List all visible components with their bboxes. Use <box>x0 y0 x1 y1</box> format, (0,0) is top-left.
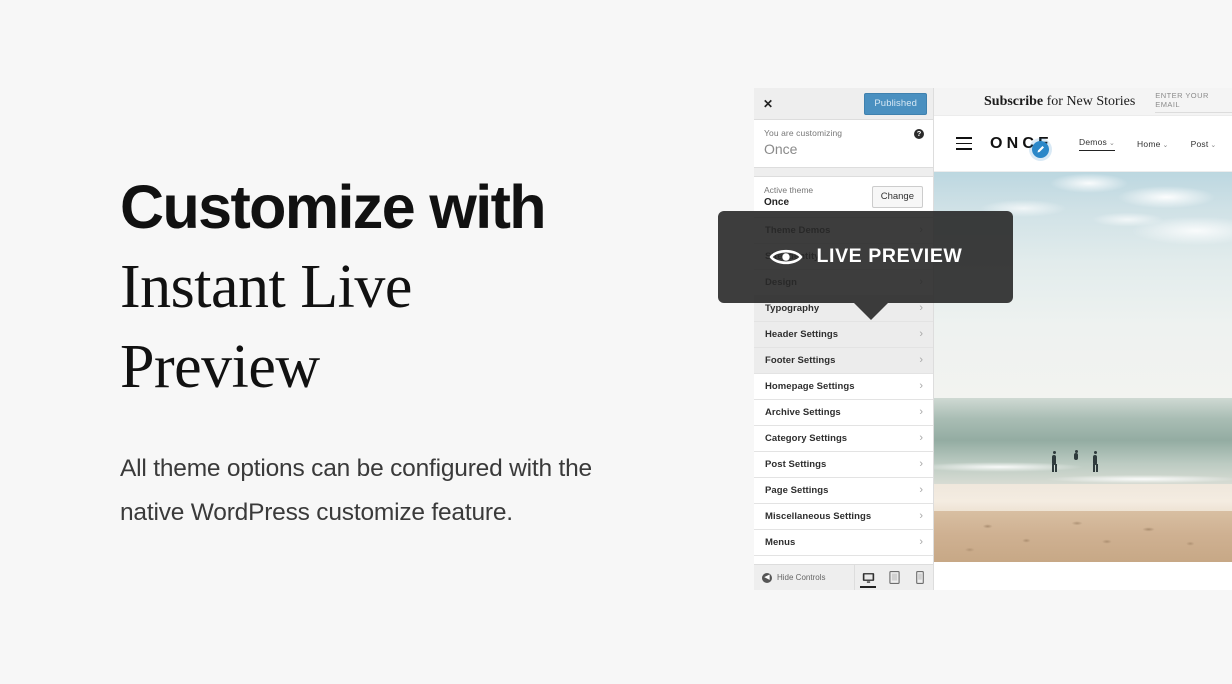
panel-spacer <box>754 168 933 176</box>
customizer-footer: ◀ Hide Controls <box>754 564 933 590</box>
headline-line-1: Customize with <box>120 173 547 241</box>
customizer-screenshot: ✕ Published You are customizing Once ? A… <box>718 88 1232 590</box>
section-item-page-settings[interactable]: Page Settings › <box>754 478 933 504</box>
chevron-right-icon: › <box>919 432 923 444</box>
marketing-subcopy: All theme options can be configured with… <box>120 455 592 526</box>
section-item-label: Typography <box>765 303 820 314</box>
section-item-label: Archive Settings <box>765 407 841 418</box>
swimmer-head <box>1093 451 1097 454</box>
site-navbar: ONCE Demos ⌄ Home ⌄ Post ⌄ <box>934 116 1232 172</box>
section-item-footer-settings[interactable]: Footer Settings › <box>754 348 933 374</box>
desktop-icon[interactable] <box>855 565 881 590</box>
chevron-right-icon: › <box>919 484 923 496</box>
device-preview-switcher <box>854 565 933 590</box>
nav-item-demos[interactable]: Demos ⌄ <box>1079 136 1116 151</box>
live-site-preview: Subscribe for New Stories ENTER YOUR EMA… <box>934 88 1232 590</box>
hero-dry-sand <box>934 511 1232 562</box>
section-item-miscellaneous-settings[interactable]: Miscellaneous Settings › <box>754 504 933 530</box>
swimmer-head <box>1052 451 1056 454</box>
section-item-menus[interactable]: Menus › <box>754 530 933 556</box>
customizing-kicker: You are customizing <box>764 128 843 138</box>
page-root: Customize with Instant Live Preview All … <box>0 0 1232 684</box>
chevron-down-icon: ⌄ <box>1210 141 1217 149</box>
hide-controls-button[interactable]: ◀ Hide Controls <box>762 572 826 583</box>
nav-item-label: Post <box>1190 138 1209 149</box>
hide-controls-label: Hide Controls <box>777 573 826 582</box>
section-item-category-settings[interactable]: Category Settings › <box>754 426 933 452</box>
live-preview-callout: LIVE PREVIEW <box>718 211 1013 320</box>
mobile-icon[interactable] <box>907 565 933 590</box>
section-item-label: Miscellaneous Settings <box>765 511 872 522</box>
live-preview-label: LIVE PREVIEW <box>816 245 963 268</box>
chevron-right-icon: › <box>919 354 923 366</box>
site-menu: Demos ⌄ Home ⌄ Post ⌄ <box>1079 137 1216 151</box>
marketing-copy: Customize with Instant Live Preview All … <box>120 168 700 535</box>
section-item-archive-settings[interactable]: Archive Settings › <box>754 400 933 426</box>
subscribe-bar: Subscribe for New Stories ENTER YOUR EMA… <box>934 88 1232 116</box>
help-icon[interactable]: ? <box>914 129 924 139</box>
section-item-label: Post Settings <box>765 459 827 470</box>
subscribe-title-bold: Subscribe <box>984 93 1044 109</box>
close-icon[interactable]: ✕ <box>763 98 773 110</box>
email-input-placeholder[interactable]: ENTER YOUR EMAIL <box>1155 91 1232 113</box>
nav-item-home[interactable]: Home ⌄ <box>1137 139 1169 149</box>
active-theme-label: Active theme <box>764 185 814 195</box>
pencil-edit-icon[interactable] <box>1032 141 1049 158</box>
customizer-topbar: ✕ Published <box>754 88 933 120</box>
swimmer-leg <box>1093 464 1095 472</box>
section-item-label: Homepage Settings <box>765 381 855 392</box>
customizer-sidebar: ✕ Published You are customizing Once ? A… <box>754 88 934 590</box>
nav-item-label: Home <box>1137 138 1161 149</box>
chevron-right-icon: › <box>919 380 923 392</box>
swimmer-head <box>1074 450 1078 453</box>
chevron-down-icon: ⌄ <box>1162 141 1169 149</box>
headline-line-2: Instant Live <box>120 253 412 321</box>
subscribe-title-rest: for New Stories <box>1043 93 1136 109</box>
publish-button[interactable]: Published <box>864 92 927 115</box>
customizing-site-name: Once <box>764 141 798 157</box>
section-item-label: Footer Settings <box>765 355 836 366</box>
section-item-label: Menus <box>765 537 796 548</box>
nav-item-post[interactable]: Post ⌄ <box>1191 139 1217 149</box>
subscribe-title: Subscribe for New Stories <box>984 94 1135 110</box>
chevron-down-icon: ⌄ <box>1108 139 1116 147</box>
section-item-homepage-settings[interactable]: Homepage Settings › <box>754 374 933 400</box>
active-theme-text: Active theme Once <box>764 185 813 208</box>
section-item-label: Page Settings <box>765 485 829 496</box>
swimmer-leg <box>1055 464 1057 472</box>
section-item-header-settings[interactable]: Header Settings › <box>754 322 933 348</box>
chevron-right-icon: › <box>919 536 923 548</box>
active-theme-name: Once <box>764 197 790 208</box>
customizing-panel-header: You are customizing Once ? <box>754 120 933 168</box>
chevron-right-icon: › <box>919 302 923 314</box>
nav-item-label: Demos <box>1079 136 1107 147</box>
callout-arrow <box>854 303 888 320</box>
chevron-right-icon: › <box>919 328 923 340</box>
headline-line-3: Preview <box>120 333 320 401</box>
section-item-post-settings[interactable]: Post Settings › <box>754 452 933 478</box>
chevron-left-icon: ◀ <box>762 572 772 583</box>
chevron-right-icon: › <box>919 406 923 418</box>
change-theme-button[interactable]: Change <box>871 185 923 208</box>
section-item-label: Header Settings <box>765 329 839 340</box>
hamburger-menu-icon[interactable] <box>956 137 972 150</box>
swimmer-figure <box>1074 453 1078 460</box>
eye-icon <box>769 246 803 268</box>
chevron-right-icon: › <box>919 458 923 470</box>
swimmer-leg <box>1052 464 1054 472</box>
chevron-right-icon: › <box>919 510 923 522</box>
tablet-icon[interactable] <box>881 565 907 590</box>
section-item-label: Category Settings <box>765 433 848 444</box>
swimmer-leg <box>1096 464 1098 472</box>
